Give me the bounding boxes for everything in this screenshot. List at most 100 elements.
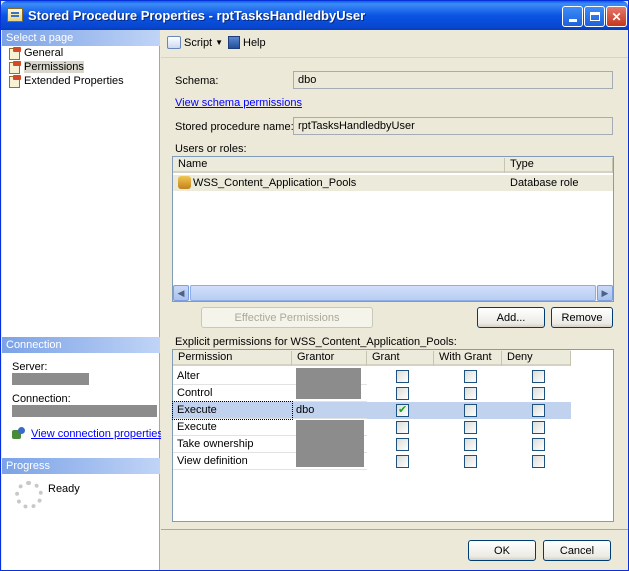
schema-field[interactable]: dbo — [293, 71, 613, 89]
column-header-grant[interactable]: Grant — [367, 351, 434, 366]
table-row[interactable]: Execute dbo — [172, 401, 571, 420]
deny-checkbox[interactable] — [532, 370, 545, 383]
users-grid-header: Name Type — [173, 157, 613, 173]
users-or-roles-label: Users or roles: — [175, 143, 247, 155]
minimize-icon — [568, 19, 577, 22]
script-button[interactable]: Script ▼ — [167, 36, 223, 49]
permissions-page: Schema: dbo View schema permissions Stor… — [161, 59, 628, 529]
column-header-type[interactable]: Type — [505, 158, 613, 173]
add-button[interactable]: Add... — [477, 307, 545, 328]
select-page-header: Select a page — [2, 30, 160, 46]
maximize-icon — [589, 12, 600, 21]
grantor-cell: dbo — [292, 402, 367, 419]
column-header-grantor[interactable]: Grantor — [292, 351, 367, 366]
grant-checkbox[interactable] — [396, 421, 409, 434]
chevron-down-icon[interactable]: ▼ — [215, 38, 223, 47]
table-row[interactable]: Control — [173, 385, 571, 402]
page-item-extended-properties[interactable]: Extended Properties — [8, 74, 124, 88]
view-connection-properties-link[interactable]: View connection properties — [12, 427, 163, 441]
page-item-permissions[interactable]: Permissions — [8, 60, 84, 74]
scroll-left-button[interactable]: ◀ — [173, 285, 189, 301]
window-title: Stored Procedure Properties - rptTasksHa… — [28, 8, 366, 23]
left-pane: Select a page General Permissions Extend… — [2, 30, 163, 570]
page-icon — [8, 61, 21, 74]
with-grant-checkbox[interactable] — [464, 370, 477, 383]
column-header-deny[interactable]: Deny — [502, 351, 571, 366]
table-row[interactable]: WSS_Content_Application_Pools Database r… — [173, 175, 613, 191]
user-name-cell: WSS_Content_Application_Pools — [193, 177, 357, 189]
title-bar[interactable]: Stored Procedure Properties - rptTasksHa… — [1, 1, 628, 30]
users-grid-hscrollbar[interactable]: ◀ ▶ — [173, 285, 613, 301]
deny-checkbox[interactable] — [532, 387, 545, 400]
schema-label: Schema: — [175, 75, 219, 87]
effective-permissions-button[interactable]: Effective Permissions — [201, 307, 373, 328]
permission-cell: Execute — [172, 401, 293, 420]
remove-button[interactable]: Remove — [551, 307, 613, 328]
deny-checkbox[interactable] — [532, 438, 545, 451]
table-row[interactable]: Execute — [173, 419, 571, 436]
role-icon — [178, 176, 191, 189]
with-grant-checkbox[interactable] — [464, 404, 477, 417]
users-roles-grid: Name Type WSS_Content_Application_Pools … — [172, 156, 614, 302]
grant-checkbox[interactable] — [396, 403, 409, 417]
deny-checkbox[interactable] — [532, 421, 545, 434]
page-item-general[interactable]: General — [8, 46, 63, 60]
script-icon — [167, 36, 181, 49]
grant-checkbox[interactable] — [396, 455, 409, 468]
connection-value-redacted — [12, 405, 157, 417]
table-row[interactable]: View definition — [173, 453, 571, 470]
maximize-button[interactable] — [584, 6, 605, 27]
script-label: Script — [184, 36, 213, 49]
close-icon: ✕ — [611, 9, 622, 24]
stored-procedure-name-field[interactable]: rptTasksHandledbyUser — [293, 117, 613, 135]
with-grant-checkbox[interactable] — [464, 387, 477, 400]
scroll-thumb[interactable] — [190, 285, 596, 301]
table-row[interactable]: Take ownership — [173, 436, 571, 453]
page-item-label: General — [24, 47, 64, 59]
cancel-button[interactable]: Cancel — [543, 540, 611, 561]
view-schema-permissions-link[interactable]: View schema permissions — [175, 97, 302, 109]
permissions-grid-header: Permission Grantor Grant With Grant Deny — [173, 350, 571, 366]
deny-checkbox[interactable] — [532, 455, 545, 468]
connection-properties-icon — [12, 427, 26, 441]
explicit-permissions-label: Explicit permissions for WSS_Content_App… — [175, 336, 457, 348]
connection-label: Connection: — [12, 393, 71, 405]
permission-cell: Take ownership — [173, 436, 292, 453]
help-label: Help — [243, 36, 266, 49]
help-icon — [228, 36, 240, 49]
view-connection-properties-label[interactable]: View connection properties — [31, 428, 163, 440]
help-button[interactable]: Help — [228, 36, 266, 49]
chevron-right-icon: ▶ — [601, 287, 609, 298]
with-grant-checkbox[interactable] — [464, 438, 477, 451]
user-type-cell: Database role — [510, 177, 579, 189]
permission-cell: Control — [173, 385, 292, 402]
connection-header: Connection — [2, 337, 160, 353]
with-grant-checkbox[interactable] — [464, 421, 477, 434]
progress-status: Ready — [48, 483, 80, 495]
column-header-with-grant[interactable]: With Grant — [434, 351, 502, 366]
properties-window: Stored Procedure Properties - rptTasksHa… — [0, 0, 629, 571]
grant-checkbox[interactable] — [396, 370, 409, 383]
page-icon — [8, 75, 21, 88]
table-row[interactable]: Alter — [173, 368, 571, 385]
permission-cell: View definition — [173, 453, 292, 470]
server-value-redacted — [12, 373, 89, 385]
column-header-name[interactable]: Name — [173, 158, 505, 173]
minimize-button[interactable] — [562, 6, 583, 27]
dialog-footer: OK Cancel — [161, 529, 628, 570]
column-header-permission[interactable]: Permission — [173, 351, 292, 366]
window-icon — [7, 8, 23, 22]
server-label: Server: — [12, 361, 48, 373]
grant-checkbox[interactable] — [396, 438, 409, 451]
scroll-right-button[interactable]: ▶ — [597, 285, 613, 301]
progress-spinner-icon — [15, 481, 43, 509]
close-button[interactable]: ✕ — [606, 6, 627, 27]
progress-header: Progress — [2, 458, 160, 474]
with-grant-checkbox[interactable] — [464, 455, 477, 468]
permissions-grid: Permission Grantor Grant With Grant Deny… — [172, 349, 614, 522]
ok-button[interactable]: OK — [468, 540, 536, 561]
permission-cell: Execute — [173, 419, 292, 436]
chevron-left-icon: ◀ — [177, 287, 185, 298]
deny-checkbox[interactable] — [532, 404, 545, 417]
grant-checkbox[interactable] — [396, 387, 409, 400]
